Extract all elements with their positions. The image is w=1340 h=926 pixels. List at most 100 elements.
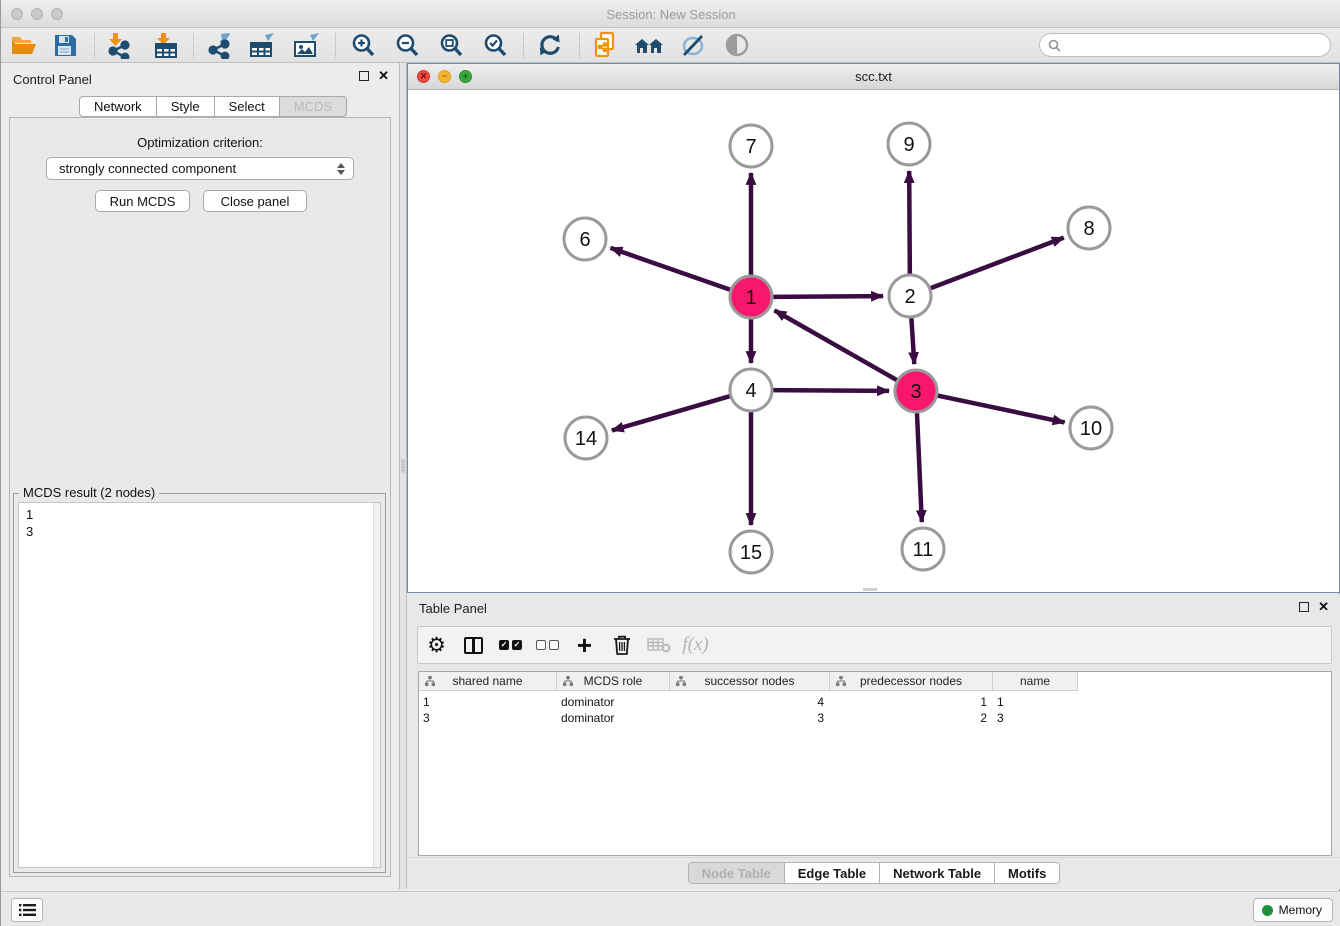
tab-edge-table[interactable]: Edge Table [784,862,879,884]
export-network-icon[interactable] [202,30,236,60]
table-row[interactable]: 1 dominator 4 1 1 [419,694,1078,710]
create-column-icon[interactable]: + [566,635,603,655]
export-table-icon[interactable] [245,30,279,60]
cell-shared-name[interactable]: 1 [419,694,557,710]
close-table-panel-icon[interactable]: ✕ [1318,602,1329,612]
clone-network-icon[interactable] [589,30,623,60]
panel-splitter[interactable] [399,63,407,889]
save-session-icon[interactable] [48,30,82,60]
graph-edge-2-8[interactable] [928,238,1064,290]
zoom-fit-icon[interactable] [434,30,468,60]
unselect-all-columns-icon[interactable] [529,640,566,650]
control-panel-title: Control Panel [13,72,92,87]
criterion-dropdown[interactable]: strongly connected component [46,157,354,180]
task-history-button[interactable] [11,898,43,922]
import-table-icon[interactable] [149,30,183,60]
toolbar-separator [193,33,194,58]
cell-successor-nodes[interactable]: 3 [670,710,830,726]
float-panel-icon[interactable] [359,71,369,81]
tab-mcds[interactable]: MCDS [279,96,347,117]
destroy-table-icon[interactable] [640,636,677,654]
toolbar-separator [579,33,580,58]
result-scrollbar[interactable] [373,503,380,867]
dropdown-stepper-icon [337,163,345,175]
graph-node-label-14: 14 [575,428,597,450]
column-header-predecessor-nodes[interactable]: predecessor nodes [830,672,993,691]
toolbar-separator [523,33,524,58]
close-panel-icon[interactable]: ✕ [378,71,389,81]
graph-edge-4-3[interactable] [770,390,889,391]
cell-successor-nodes[interactable]: 4 [670,694,830,710]
zoom-selected-icon[interactable] [478,30,512,60]
select-all-columns-icon[interactable]: ✓✓ [492,640,529,650]
import-network-icon[interactable] [102,30,136,60]
search-field[interactable] [1039,33,1331,57]
cell-mcds-role[interactable]: dominator [557,710,670,726]
graph-edge-2-3[interactable] [911,315,914,364]
tab-network[interactable]: Network [79,96,156,117]
cell-shared-name[interactable]: 3 [419,710,557,726]
export-image-icon[interactable] [289,30,323,60]
tab-node-table[interactable]: Node Table [688,862,784,884]
tab-style[interactable]: Style [156,96,214,117]
graph-edge-3-11[interactable] [917,410,922,522]
memory-label: Memory [1279,903,1322,917]
table-panel: Table Panel ✕ ⚙ ✓✓ + f(x) shared name [407,594,1340,889]
graph-node-label-8: 8 [1083,218,1094,240]
graph-edge-1-2[interactable] [770,296,883,297]
mcds-result-values: 1 3 [19,503,380,540]
graph-node-label-15: 15 [740,542,762,564]
cell-name[interactable]: 3 [993,710,1078,726]
tab-network-table[interactable]: Network Table [879,862,994,884]
close-panel-button[interactable]: Close panel [203,190,307,212]
cell-mcds-role[interactable]: dominator [557,694,670,710]
hide-selected-icon[interactable] [675,30,709,60]
task-list-icon [19,903,36,917]
tab-motifs[interactable]: Motifs [994,862,1060,884]
status-bar: Memory [1,891,1340,926]
table-row[interactable]: 3 dominator 3 2 3 [419,710,1078,726]
column-header-mcds-role[interactable]: MCDS role [557,672,670,691]
cell-predecessor-nodes[interactable]: 1 [830,694,993,710]
refresh-icon[interactable] [533,30,567,60]
show-columns-icon[interactable] [455,637,492,654]
float-table-panel-icon[interactable] [1299,602,1309,612]
splitter-grip[interactable] [401,459,405,473]
tab-select[interactable]: Select [214,96,279,117]
table-options-icon[interactable]: ⚙ [418,633,455,658]
cell-predecessor-nodes[interactable]: 2 [830,710,993,726]
network-canvas[interactable]: 7968124314101511 [408,90,1339,592]
graph-edge-4-14[interactable] [612,395,733,430]
column-header-successor-nodes[interactable]: successor nodes [670,672,830,691]
open-file-icon[interactable] [6,30,40,60]
memory-button[interactable]: Memory [1253,898,1333,922]
search-input[interactable] [1065,38,1330,52]
graph-svg: 7968124314101511 [408,90,1339,592]
delete-columns-icon[interactable] [603,634,640,656]
column-header-name[interactable]: name [993,672,1078,691]
column-type-icon [425,676,435,686]
graph-node-label-3: 3 [910,381,921,403]
column-header-shared-name[interactable]: shared name [419,672,557,691]
graph-edge-1-6[interactable] [610,248,733,291]
network-view-window: ✕ − + scc.txt 7968124314101511 [407,63,1340,593]
graph-edge-3-1[interactable] [774,310,899,381]
graph-edge-3-10[interactable] [935,395,1065,422]
run-mcds-button[interactable]: Run MCDS [95,190,190,212]
zoom-out-icon[interactable] [390,30,424,60]
mcds-result-textarea[interactable]: 1 3 [18,502,381,868]
network-resize-grip[interactable] [863,588,877,591]
table-panel-title: Table Panel [419,601,487,616]
window-title: Session: New Session [1,7,1340,22]
network-window-titlebar[interactable]: ✕ − + scc.txt [408,64,1339,90]
titlebar[interactable]: Session: New Session [1,0,1340,28]
zoom-in-icon[interactable] [346,30,380,60]
table-tabs: Node Table Edge Table Network Table Moti… [407,862,1340,884]
main-toolbar [1,28,1340,63]
function-builder-icon[interactable]: f(x) [677,634,714,656]
mcds-result-groupbox: MCDS result (2 nodes) 1 3 [13,493,386,873]
show-graphics-details-icon[interactable] [720,30,754,60]
first-neighbors-icon[interactable] [632,30,666,60]
cell-name[interactable]: 1 [993,694,1078,710]
graph-edge-2-9[interactable] [909,171,910,277]
